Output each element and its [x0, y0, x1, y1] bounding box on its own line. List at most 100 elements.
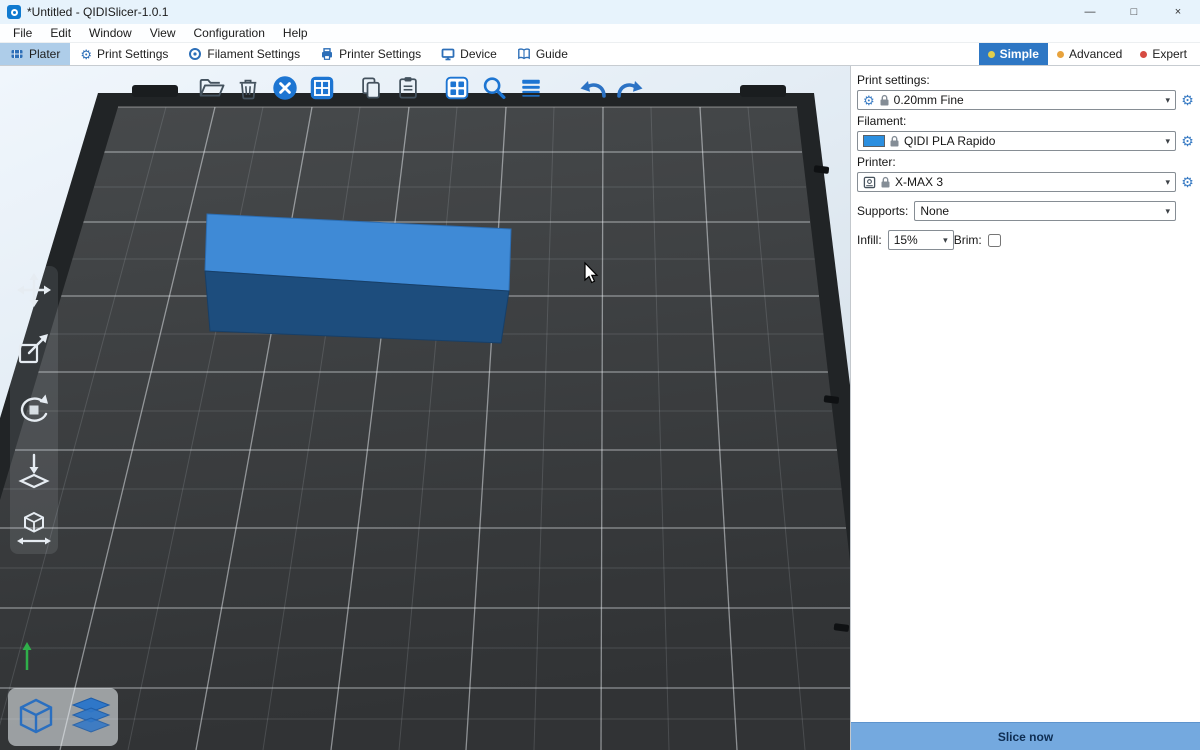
editor-view-button[interactable] — [13, 694, 59, 740]
supports-label: Supports: — [857, 204, 908, 218]
viewport-3d-scene[interactable] — [0, 66, 850, 750]
supports-select[interactable]: None ▾ — [914, 201, 1176, 221]
open-project-button[interactable] — [196, 73, 226, 103]
titlebar: *Untitled - QIDISlicer-1.0.1 — □ × — [0, 0, 1200, 24]
settings-sidebar: Print settings: ⚙ 0.20mm Fine ▾ ⚙ Filame… — [850, 66, 1200, 750]
arrange-button[interactable] — [307, 73, 337, 103]
print-settings-value: 0.20mm Fine — [894, 93, 1160, 107]
chevron-down-icon: ▾ — [1163, 206, 1170, 217]
close-button[interactable]: × — [1156, 0, 1200, 24]
search-icon — [479, 73, 509, 103]
chevron-down-icon: ▾ — [941, 235, 948, 246]
printer-gear-button[interactable]: ⚙ — [1176, 174, 1196, 191]
printer-label: Printer: — [857, 155, 1196, 169]
measure-tool-button[interactable] — [12, 508, 56, 552]
delete-all-icon — [270, 73, 300, 103]
menu-view[interactable]: View — [141, 26, 185, 40]
filament-gear-button[interactable]: ⚙ — [1176, 133, 1196, 150]
printer-select[interactable]: X-MAX 3 ▾ — [857, 172, 1176, 192]
menu-help[interactable]: Help — [274, 26, 317, 40]
menu-window[interactable]: Window — [80, 26, 141, 40]
filament-label: Filament: — [857, 114, 1196, 128]
filament-value: QIDI PLA Rapido — [904, 134, 1159, 148]
arrange-grid-icon — [307, 73, 337, 103]
supports-value: None — [920, 204, 1159, 218]
printer-value: X-MAX 3 — [895, 175, 1159, 189]
mode-advanced[interactable]: Advanced — [1048, 43, 1131, 65]
menu-edit[interactable]: Edit — [41, 26, 80, 40]
split-objects-icon — [442, 73, 472, 103]
tab-plater-label: Plater — [29, 47, 60, 61]
slice-now-button[interactable]: Slice now — [851, 722, 1200, 750]
search-button[interactable] — [479, 73, 509, 103]
app-window: *Untitled - QIDISlicer-1.0.1 — □ × File … — [0, 0, 1200, 750]
redo-button[interactable] — [614, 73, 644, 103]
variable-layer-height-button[interactable] — [516, 73, 546, 103]
menu-file[interactable]: File — [4, 26, 41, 40]
tab-plater[interactable]: Plater — [0, 43, 70, 65]
plater-icon — [10, 47, 24, 61]
infill-label: Infill: — [857, 233, 882, 247]
infill-select[interactable]: 15% ▾ — [888, 230, 954, 250]
mode-simple[interactable]: Simple — [979, 43, 1048, 65]
brim-label: Brim: — [954, 233, 982, 247]
copy-button[interactable] — [356, 73, 386, 103]
place-on-face-tool-button[interactable] — [12, 448, 56, 492]
delete-all-button[interactable] — [270, 73, 300, 103]
profile-gear-icon: ⚙ — [863, 94, 875, 107]
print-bed-surface[interactable] — [0, 107, 850, 750]
tab-filament-settings[interactable]: Filament Settings — [178, 43, 310, 65]
guide-book-icon — [517, 47, 531, 61]
scale-tool-button[interactable] — [12, 328, 56, 372]
filament-icon — [188, 47, 202, 61]
delete-button[interactable] — [233, 73, 263, 103]
filament-color-swatch — [863, 135, 885, 147]
device-monitor-icon — [441, 47, 455, 61]
tab-device[interactable]: Device — [431, 43, 507, 65]
open-folder-icon — [196, 73, 226, 103]
chevron-down-icon: ▾ — [1163, 95, 1170, 106]
tab-print-settings-label: Print Settings — [97, 47, 168, 61]
simple-mode-dot-icon — [988, 51, 995, 58]
chevron-down-icon: ▾ — [1163, 177, 1170, 188]
rotate-tool-button[interactable] — [12, 388, 56, 432]
menubar: File Edit Window View Configuration Help — [0, 24, 1200, 43]
minimize-button[interactable]: — — [1068, 0, 1112, 24]
viewport-3d[interactable] — [0, 66, 850, 750]
place-on-face-icon — [12, 448, 56, 492]
print-settings-select[interactable]: ⚙ 0.20mm Fine ▾ — [857, 90, 1176, 110]
tabbar: Plater ⚙ Print Settings Filament Setting… — [0, 43, 1200, 66]
model-box[interactable] — [205, 214, 511, 343]
maximize-button[interactable]: □ — [1112, 0, 1156, 24]
mode-expert-label: Expert — [1152, 47, 1187, 61]
chevron-down-icon: ▾ — [1163, 136, 1170, 147]
paste-button[interactable] — [393, 73, 423, 103]
tab-device-label: Device — [460, 47, 497, 61]
redo-arrow-icon — [614, 73, 646, 105]
scale-icon — [12, 328, 56, 372]
rotate-icon — [12, 388, 56, 432]
paste-icon — [394, 74, 422, 102]
lock-icon — [880, 176, 891, 188]
print-settings-gear-button[interactable]: ⚙ — [1176, 92, 1196, 109]
filament-select[interactable]: QIDI PLA Rapido ▾ — [857, 131, 1176, 151]
bed-clip-left — [132, 85, 178, 97]
move-tool-button[interactable] — [12, 268, 56, 312]
mode-expert[interactable]: Expert — [1131, 43, 1196, 65]
menu-configuration[interactable]: Configuration — [185, 26, 274, 40]
tab-guide[interactable]: Guide — [507, 43, 578, 65]
lock-icon — [889, 135, 900, 147]
lock-icon — [879, 94, 890, 106]
brim-checkbox[interactable] — [988, 234, 1001, 247]
tab-printer-settings[interactable]: Printer Settings — [310, 43, 431, 65]
preview-view-button[interactable] — [68, 694, 114, 740]
view-toggle-panel — [8, 688, 118, 746]
split-to-objects-button[interactable] — [442, 73, 472, 103]
layers-preview-icon — [69, 695, 113, 739]
tab-printer-settings-label: Printer Settings — [339, 47, 421, 61]
print-settings-icon: ⚙ — [80, 48, 92, 61]
bed-clip-right — [740, 85, 786, 97]
mode-advanced-label: Advanced — [1069, 47, 1122, 61]
tab-print-settings[interactable]: ⚙ Print Settings — [70, 43, 178, 65]
undo-button[interactable] — [577, 73, 607, 103]
